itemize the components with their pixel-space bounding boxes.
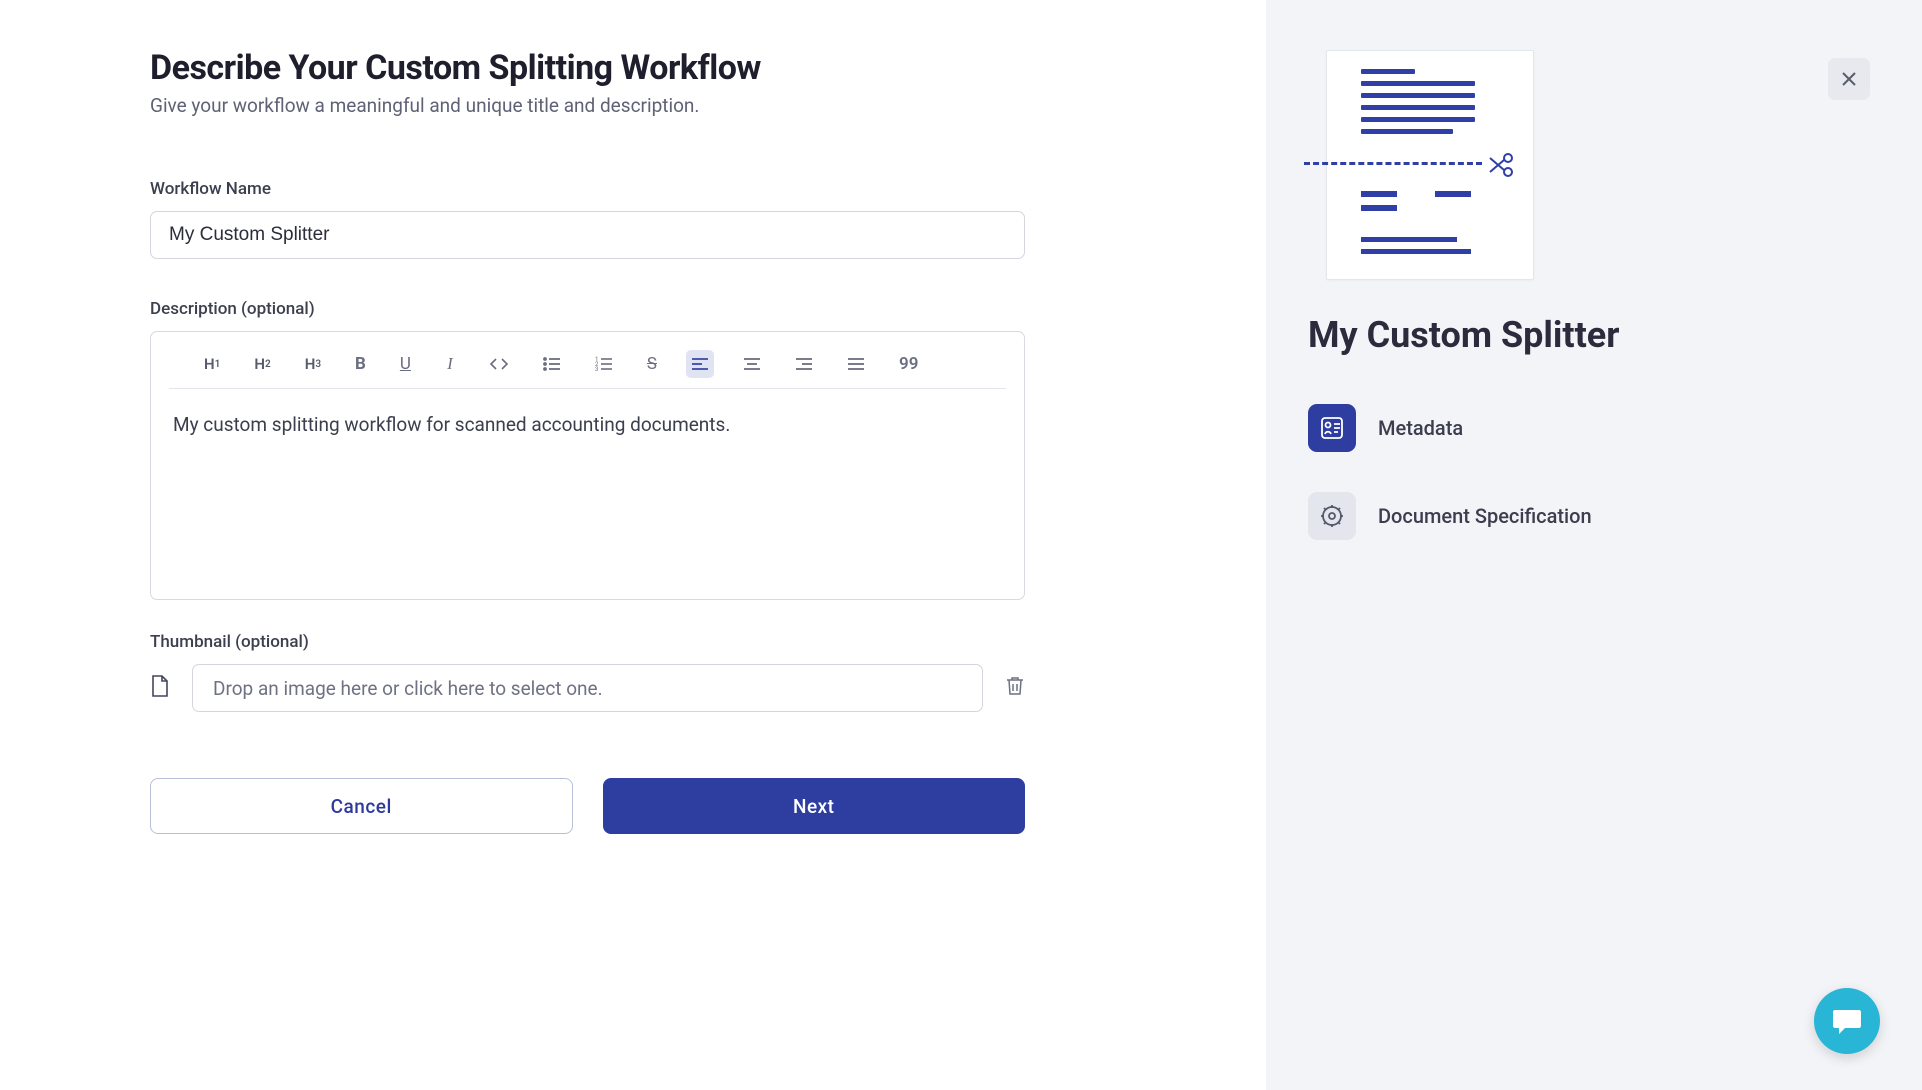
workflow-name-label: Workflow Name [150,179,1116,199]
thumbnail-dropzone[interactable]: Drop an image here or click here to sele… [192,664,983,712]
rte-align-left-button[interactable] [686,350,714,378]
rte-bold-button[interactable]: B [350,350,371,378]
step-document-spec-label: Document Specification [1378,504,1592,528]
side-panel: My Custom Splitter Metadata Document Spe… [1266,0,1922,1090]
svg-text:3: 3 [595,366,598,372]
splitter-illustration [1308,50,1538,280]
description-group: Description (optional) H1 H2 H3 B U I [150,299,1116,600]
align-center-icon [743,357,761,371]
rich-text-editor: H1 H2 H3 B U I 123 S [150,331,1025,600]
align-left-icon [691,357,709,371]
document-spec-icon [1308,492,1356,540]
rte-h3-button[interactable]: H3 [300,350,326,378]
metadata-icon [1308,404,1356,452]
rte-align-center-button[interactable] [738,350,766,378]
step-metadata-label: Metadata [1378,416,1463,440]
rte-strike-button[interactable]: S [642,350,662,378]
align-right-icon [795,357,813,371]
description-textarea[interactable]: My custom splitting workflow for scanned… [151,389,1024,599]
close-button[interactable] [1828,58,1870,100]
main-panel: Describe Your Custom Splitting Workflow … [0,0,1266,1090]
next-button[interactable]: Next [603,778,1026,834]
workflow-name-group: Workflow Name [150,179,1116,259]
rte-h2-button[interactable]: H2 [249,350,275,378]
rte-h1-button[interactable]: H1 [199,350,225,378]
rte-align-justify-button[interactable] [842,350,870,378]
thumbnail-delete-button[interactable] [1005,675,1025,701]
workflow-name-input[interactable] [150,211,1025,259]
trash-icon [1005,675,1025,697]
align-justify-icon [847,357,865,371]
thumbnail-group: Thumbnail (optional) Drop an image here … [150,632,1116,712]
rte-align-right-button[interactable] [790,350,818,378]
rte-bullet-list-button[interactable] [538,350,566,378]
chat-button[interactable] [1814,988,1880,1054]
scissor-icon [1486,150,1516,184]
close-icon [1841,71,1857,87]
rte-quote-button[interactable]: 99 [894,350,923,378]
cancel-button[interactable]: Cancel [150,778,573,834]
description-label: Description (optional) [150,299,1116,319]
action-button-row: Cancel Next [150,778,1025,834]
file-icon [150,674,170,702]
rte-underline-button[interactable]: U [395,350,416,378]
step-document-spec[interactable]: Document Specification [1308,492,1880,540]
app-root: Describe Your Custom Splitting Workflow … [0,0,1922,1090]
thumbnail-label: Thumbnail (optional) [150,632,1116,652]
rte-toolbar: H1 H2 H3 B U I 123 S [169,338,1006,389]
bullet-list-icon [543,356,561,372]
page-title: Describe Your Custom Splitting Workflow [150,48,1116,88]
thumbnail-row: Drop an image here or click here to sele… [150,664,1025,712]
numbered-list-icon: 123 [595,356,613,372]
side-panel-title: My Custom Splitter [1308,314,1880,356]
code-icon [489,356,509,372]
chat-icon [1831,1006,1863,1036]
rte-code-button[interactable] [484,350,514,378]
rte-numbered-list-button[interactable]: 123 [590,350,618,378]
step-metadata[interactable]: Metadata [1308,404,1880,452]
page-subtitle: Give your workflow a meaningful and uniq… [150,94,1116,117]
rte-italic-button[interactable]: I [440,350,460,378]
